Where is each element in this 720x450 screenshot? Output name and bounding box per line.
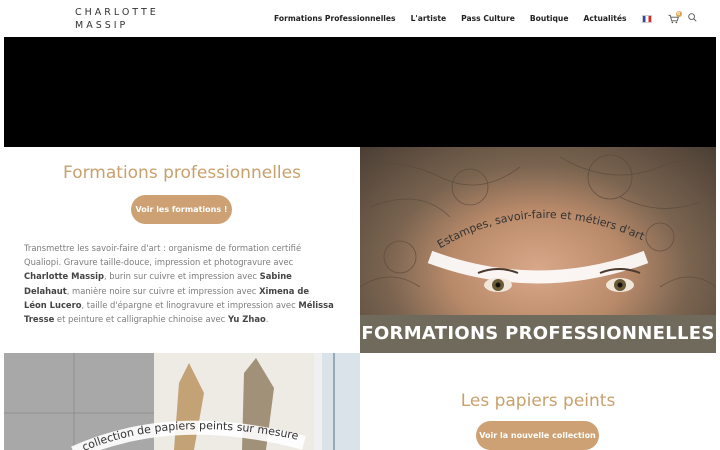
logo-line1: CHARLOTTE bbox=[75, 7, 159, 18]
wallpaper-room-artwork: collection de papiers peints sur mesure bbox=[4, 353, 360, 450]
voir-formations-button[interactable]: Voir les formations ! bbox=[131, 195, 232, 224]
nav-artiste[interactable]: L'artiste bbox=[411, 14, 447, 23]
formations-title: Formations professionnelles bbox=[63, 163, 301, 183]
paragraph-text: . bbox=[265, 314, 269, 325]
papiers-peints-image[interactable]: collection de papiers peints sur mesure bbox=[4, 353, 360, 450]
nav-actualites[interactable]: Actualités bbox=[583, 14, 626, 23]
site-logo[interactable]: CHARLOTTE MASSIP bbox=[75, 6, 159, 32]
papiers-peints-section: Les papiers peints Voir la nouvelle coll… bbox=[360, 353, 716, 450]
nav-pass-culture[interactable]: Pass Culture bbox=[461, 14, 515, 23]
voir-collection-button[interactable]: Voir la nouvelle collection bbox=[476, 421, 599, 450]
formations-description: Transmettre les savoir-faire d'art : org… bbox=[24, 241, 334, 326]
hero-video-band bbox=[4, 37, 716, 147]
logo-line2: MASSIP bbox=[75, 20, 129, 31]
cart-count-badge: 0 bbox=[675, 10, 682, 17]
paragraph-text: et peinture et calligraphie chinoise ave… bbox=[54, 314, 228, 325]
formations-banner: FORMATIONS PROFESSIONNELLES bbox=[360, 315, 716, 353]
nav-boutique[interactable]: Boutique bbox=[530, 14, 569, 23]
paragraph-text: , manière noire sur cuivre et impression… bbox=[66, 285, 260, 296]
paragraph-text: , burin sur cuivre et impression avec bbox=[103, 271, 260, 282]
paragraph-text: Transmettre les savoir-faire d'art : org… bbox=[24, 243, 302, 268]
nav-formations[interactable]: Formations Professionnelles bbox=[274, 14, 396, 23]
formations-image[interactable]: Estampes, savoir-faire et métiers d'art … bbox=[360, 147, 716, 353]
french-flag-icon[interactable] bbox=[641, 14, 652, 23]
site-header: CHARLOTTE MASSIP Formations Professionne… bbox=[0, 0, 720, 37]
main-nav: Formations Professionnelles L'artiste Pa… bbox=[274, 10, 697, 24]
formations-section: Formations professionnelles Voir les for… bbox=[4, 147, 360, 353]
search-icon[interactable] bbox=[687, 13, 697, 24]
papiers-peints-title: Les papiers peints bbox=[460, 391, 616, 411]
instructor-name: Yu Zhao bbox=[227, 314, 266, 325]
cart-icon[interactable]: 0 bbox=[667, 10, 682, 24]
instructor-name: Charlotte Massip bbox=[24, 271, 104, 282]
image-arc-text: Estampes, savoir-faire et métiers d'art bbox=[435, 208, 647, 251]
paragraph-text: , taille d'épargne et linogravure et imp… bbox=[81, 299, 299, 310]
